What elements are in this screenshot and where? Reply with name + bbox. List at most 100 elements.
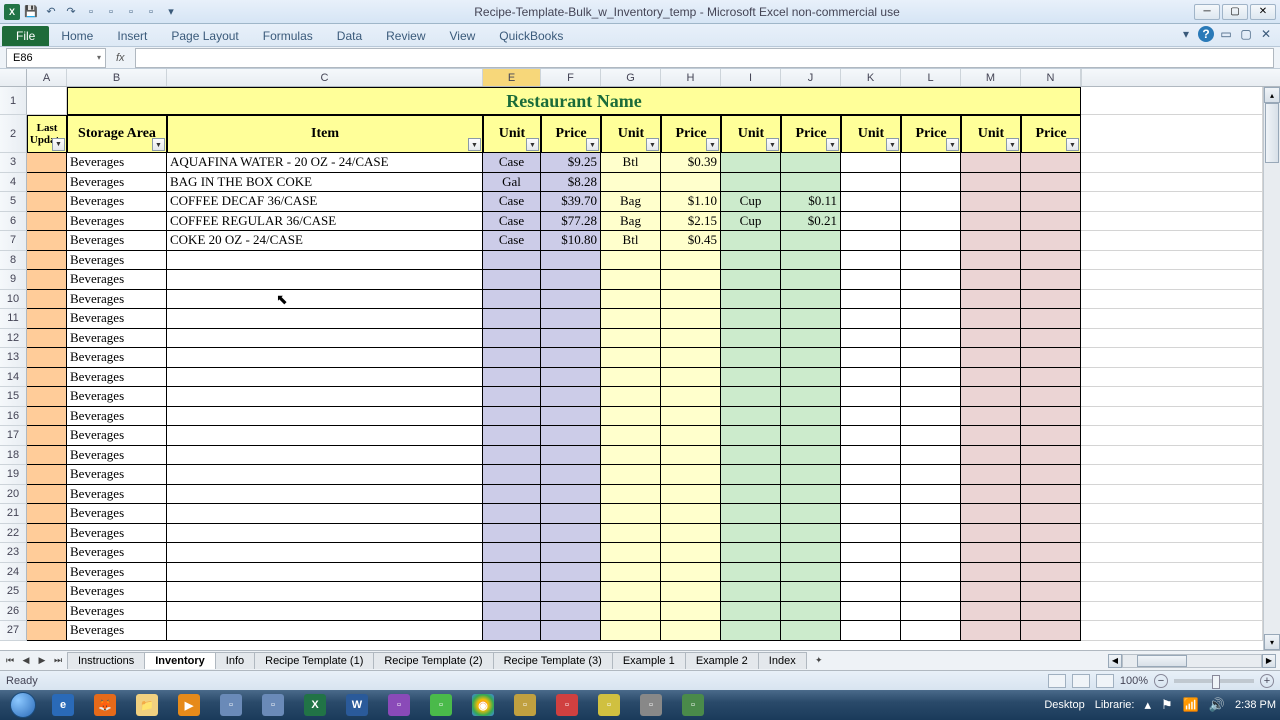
cell-price[interactable] — [541, 426, 601, 446]
cell-unit[interactable] — [483, 387, 541, 407]
cell-price[interactable] — [901, 309, 961, 329]
filter-dropdown-icon[interactable]: ▼ — [1066, 138, 1079, 151]
cell-price[interactable] — [901, 329, 961, 349]
cell-price[interactable] — [901, 290, 961, 310]
hscroll-thumb[interactable] — [1137, 655, 1187, 667]
row-header-21[interactable]: 21 — [0, 504, 27, 524]
cell-item[interactable] — [167, 582, 483, 602]
new-sheet-icon[interactable]: ✦ — [811, 653, 827, 669]
cell-price[interactable] — [541, 543, 601, 563]
cell-storage-area[interactable]: Beverages — [67, 485, 167, 505]
sheet-nav-last-icon[interactable]: ⏭ — [50, 653, 66, 669]
cell-unit[interactable] — [961, 582, 1021, 602]
cell[interactable] — [1081, 446, 1263, 466]
cell-unit[interactable] — [483, 582, 541, 602]
header-last-update[interactable]: Last Update▼ — [27, 115, 67, 153]
cell-price[interactable] — [901, 621, 961, 641]
cell-unit[interactable] — [601, 251, 661, 271]
cell-unit[interactable]: Btl — [601, 231, 661, 251]
cell-item[interactable] — [167, 446, 483, 466]
cell-unit[interactable] — [721, 563, 781, 583]
ribbon-tab-data[interactable]: Data — [325, 26, 374, 46]
row-header-17[interactable]: 17 — [0, 426, 27, 446]
cell-unit[interactable] — [483, 524, 541, 544]
cell-unit[interactable] — [961, 309, 1021, 329]
cell-item[interactable] — [167, 407, 483, 427]
cell-price[interactable] — [541, 524, 601, 544]
cell-unit[interactable] — [961, 329, 1021, 349]
cell-price[interactable] — [1021, 582, 1081, 602]
cell-price[interactable] — [541, 309, 601, 329]
cell-item[interactable] — [167, 602, 483, 622]
cell-unit[interactable] — [721, 602, 781, 622]
cell-last-update[interactable] — [27, 348, 67, 368]
network-icon[interactable]: 📶 — [1183, 697, 1199, 713]
cell-price[interactable] — [661, 426, 721, 446]
cell-unit[interactable] — [483, 290, 541, 310]
cell-price[interactable] — [901, 446, 961, 466]
cell-storage-area[interactable]: Beverages — [67, 368, 167, 388]
cell-price[interactable] — [1021, 524, 1081, 544]
cell-unit[interactable]: Case — [483, 192, 541, 212]
cell-unit[interactable] — [841, 602, 901, 622]
zoom-slider[interactable] — [1174, 679, 1254, 683]
header-unit-5[interactable]: Unit▼ — [961, 115, 1021, 153]
cell-unit[interactable] — [601, 446, 661, 466]
cell-price[interactable] — [781, 348, 841, 368]
cell-unit[interactable] — [721, 582, 781, 602]
qat-btn[interactable]: ▫ — [122, 3, 140, 21]
cell-unit[interactable] — [721, 524, 781, 544]
cell-price[interactable] — [901, 231, 961, 251]
cell-price[interactable] — [661, 407, 721, 427]
cell-storage-area[interactable]: Beverages — [67, 329, 167, 349]
cell-storage-area[interactable]: Beverages — [67, 563, 167, 583]
cell-unit[interactable] — [841, 251, 901, 271]
cell-last-update[interactable] — [27, 290, 67, 310]
cell-unit[interactable] — [721, 485, 781, 505]
cell-unit[interactable] — [601, 407, 661, 427]
taskbar-desktop[interactable]: Desktop — [1044, 699, 1084, 711]
cell-last-update[interactable] — [27, 309, 67, 329]
cell-price[interactable] — [901, 348, 961, 368]
sheet-title[interactable]: Restaurant Name — [67, 87, 1081, 115]
horizontal-scrollbar[interactable] — [1122, 654, 1262, 668]
cell-price[interactable] — [1021, 602, 1081, 622]
cell-unit[interactable] — [961, 602, 1021, 622]
cell-price[interactable]: $8.28 — [541, 173, 601, 193]
cell-storage-area[interactable]: Beverages — [67, 309, 167, 329]
cell-price[interactable] — [901, 251, 961, 271]
cell-price[interactable] — [1021, 387, 1081, 407]
flag-icon[interactable]: ⚑ — [1161, 697, 1173, 713]
cell-unit[interactable] — [483, 602, 541, 622]
cell-price[interactable] — [541, 485, 601, 505]
firefox-icon[interactable]: 🦊 — [85, 692, 125, 718]
cell-price[interactable] — [661, 348, 721, 368]
cell-unit[interactable] — [601, 329, 661, 349]
cell-price[interactable] — [541, 290, 601, 310]
header-storage-area[interactable]: Storage Area▼ — [67, 115, 167, 153]
cell-storage-area[interactable]: Beverages — [67, 543, 167, 563]
cell-item[interactable] — [167, 290, 483, 310]
qat-btn[interactable]: ▫ — [102, 3, 120, 21]
sheet-tab-index[interactable]: Index — [758, 652, 807, 669]
cell-price[interactable]: $39.70 — [541, 192, 601, 212]
cell-price[interactable] — [541, 446, 601, 466]
row-header-27[interactable]: 27 — [0, 621, 27, 641]
cell-unit[interactable] — [601, 368, 661, 388]
cell-price[interactable] — [901, 524, 961, 544]
cell-last-update[interactable] — [27, 465, 67, 485]
cell[interactable] — [1081, 563, 1263, 583]
cell-price[interactable] — [781, 153, 841, 173]
row-header-5[interactable]: 5 — [0, 192, 27, 212]
cell-price[interactable] — [901, 485, 961, 505]
cell-price[interactable] — [781, 621, 841, 641]
cell-price[interactable] — [1021, 407, 1081, 427]
ribbon-tab-insert[interactable]: Insert — [105, 26, 159, 46]
cell-unit[interactable] — [841, 173, 901, 193]
cell-price[interactable] — [1021, 173, 1081, 193]
cell-last-update[interactable] — [27, 485, 67, 505]
cell[interactable] — [1081, 543, 1263, 563]
cell[interactable] — [1081, 465, 1263, 485]
filter-dropdown-icon[interactable]: ▼ — [886, 138, 899, 151]
column-header-J[interactable]: J — [781, 69, 841, 86]
